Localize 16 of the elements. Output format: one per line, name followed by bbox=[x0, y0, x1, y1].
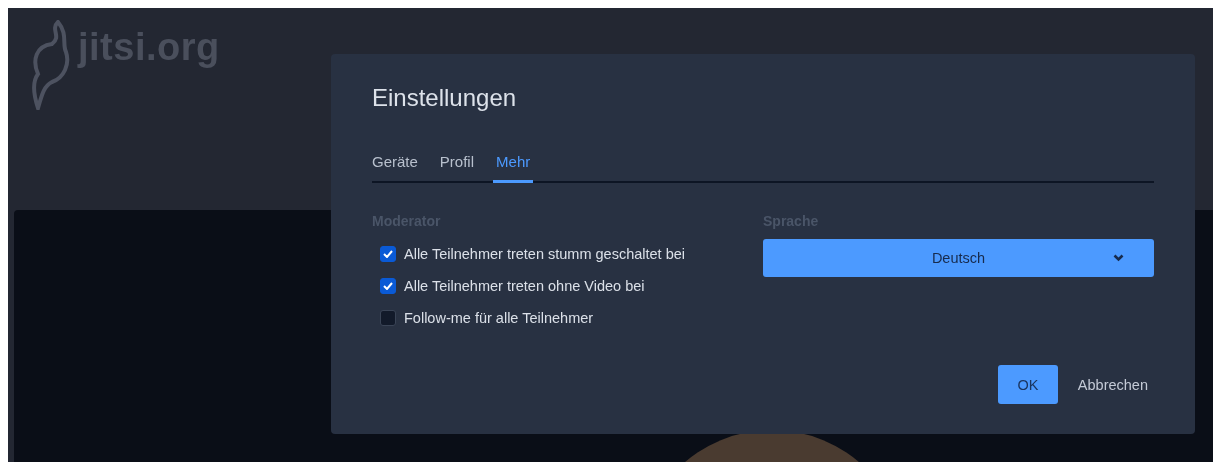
checkbox[interactable] bbox=[380, 246, 396, 262]
tab[interactable]: Geräte bbox=[372, 149, 421, 183]
checkbox[interactable] bbox=[380, 310, 396, 326]
check-icon bbox=[383, 250, 393, 258]
check-icon bbox=[383, 282, 393, 290]
cancel-button[interactable]: Abbrechen bbox=[1071, 368, 1154, 401]
ok-button[interactable]: OK bbox=[997, 365, 1058, 404]
checkbox-label: Alle Teilnehmer treten stumm geschaltet bei bbox=[404, 246, 685, 262]
checkbox-label: Alle Teilnehmer treten ohne Video bei bbox=[404, 278, 645, 294]
tab[interactable]: Mehr bbox=[493, 149, 534, 183]
dialog-title: Einstellungen bbox=[372, 84, 518, 113]
checkbox-label: Follow-me für alle Teilnehmer bbox=[404, 310, 594, 326]
tab[interactable]: Profil bbox=[436, 149, 478, 183]
chevron-down-icon bbox=[1113, 254, 1124, 262]
language-select[interactable]: Deutsch bbox=[763, 239, 1154, 277]
checkbox[interactable] bbox=[380, 278, 396, 294]
